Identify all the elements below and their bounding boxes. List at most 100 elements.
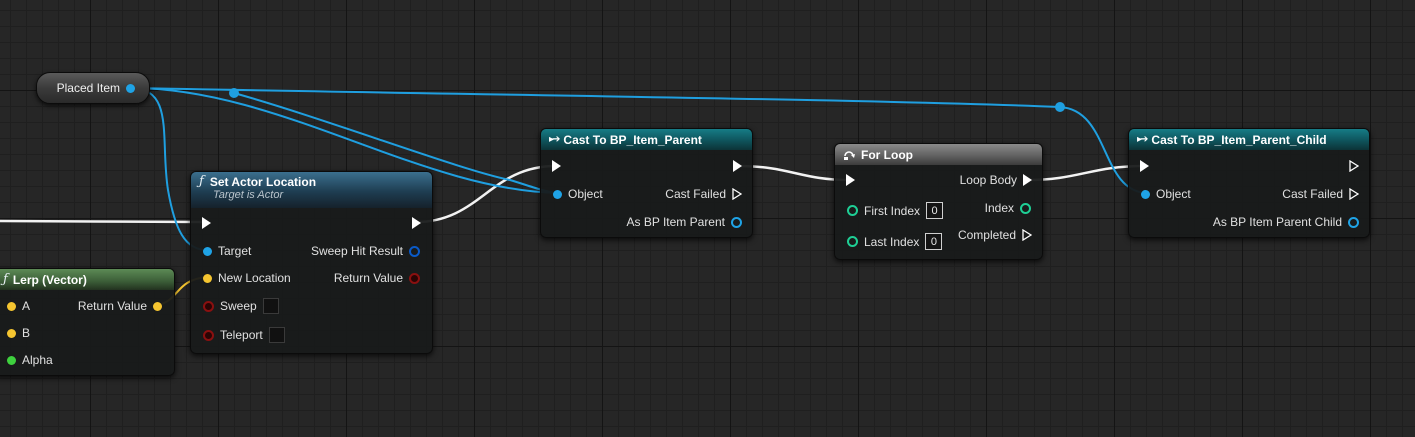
sweep-hit-result-pin[interactable]: Sweep Hit Result bbox=[311, 244, 420, 258]
return-value-pin[interactable]: Return Value bbox=[334, 271, 420, 285]
exec-arrow-icon bbox=[552, 160, 561, 172]
new-location-pin[interactable]: New Location bbox=[203, 271, 291, 285]
node-header: ▸➔ Cast To BP_Item_Parent bbox=[541, 129, 752, 150]
index-pin[interactable]: Index bbox=[985, 201, 1031, 215]
lerp-vector-node[interactable]: ƒ Lerp (Vector) A B Alpha Return Value bbox=[0, 268, 175, 376]
node-title: Set Actor Location bbox=[209, 174, 317, 189]
exec-outline-icon bbox=[1349, 188, 1359, 200]
pin-label: Sweep bbox=[220, 299, 257, 313]
exec-output-pin[interactable] bbox=[1349, 160, 1359, 172]
exec-input-pin[interactable] bbox=[1140, 160, 1149, 172]
cast-failed-pin[interactable]: Cast Failed bbox=[1282, 187, 1359, 201]
b-pin[interactable]: B bbox=[7, 326, 30, 340]
exec-outline-icon bbox=[732, 188, 742, 200]
integer-pin-icon bbox=[1020, 202, 1031, 214]
object-pin[interactable]: Object bbox=[553, 187, 603, 201]
node-header: For Loop bbox=[835, 144, 1042, 165]
node-subtitle: Target is Actor bbox=[213, 189, 284, 201]
sweep-pin[interactable]: Sweep bbox=[203, 298, 279, 314]
last-index-input[interactable]: 0 bbox=[925, 233, 943, 250]
a-pin[interactable]: A bbox=[7, 299, 30, 313]
pin-label: First Index bbox=[864, 203, 921, 218]
object-pin-icon bbox=[203, 246, 212, 256]
pin-label: Teleport bbox=[220, 328, 263, 342]
vector-pin-icon bbox=[7, 301, 16, 311]
reroute-knot-1 bbox=[229, 88, 239, 98]
object-output-pin[interactable] bbox=[126, 83, 135, 93]
object-pin-icon bbox=[1141, 189, 1150, 199]
pin-label: As BP Item Parent Child bbox=[1212, 215, 1342, 229]
function-icon: ƒ bbox=[199, 174, 204, 189]
loop-body-pin[interactable]: Loop Body bbox=[960, 173, 1032, 187]
pin-label: Cast Failed bbox=[665, 187, 726, 201]
exec-output-pin[interactable] bbox=[412, 217, 421, 229]
exec-input-pin[interactable] bbox=[552, 160, 561, 172]
variable-node-placed-item[interactable]: Placed Item bbox=[36, 72, 150, 104]
node-title: Lerp (Vector) bbox=[12, 272, 87, 287]
pin-label: Last Index bbox=[864, 234, 920, 249]
exec-arrow-icon bbox=[1140, 160, 1149, 172]
node-title: Cast To BP_Item_Parent_Child bbox=[1151, 132, 1327, 147]
pin-label: Sweep Hit Result bbox=[310, 244, 403, 258]
target-pin[interactable]: Target bbox=[203, 244, 251, 258]
exec-arrow-icon bbox=[202, 217, 211, 229]
exec-wire-set-to-cast bbox=[415, 164, 557, 224]
vector-pin-icon bbox=[203, 273, 212, 283]
pin-label: B bbox=[22, 326, 31, 340]
vector-pin-icon bbox=[7, 328, 16, 338]
vector-pin-icon bbox=[153, 301, 162, 311]
pin-label: New Location bbox=[218, 271, 291, 285]
pin-label: A bbox=[22, 299, 31, 313]
loop-icon bbox=[844, 150, 855, 160]
node-header: ▸➔ Cast To BP_Item_Parent_Child bbox=[1129, 129, 1369, 150]
completed-pin[interactable]: Completed bbox=[958, 228, 1032, 242]
bool-pin-icon bbox=[203, 329, 214, 341]
integer-pin-icon bbox=[847, 236, 858, 247]
node-title: For Loop bbox=[861, 147, 913, 162]
exec-outline-icon bbox=[1022, 229, 1032, 241]
pin-label: Alpha bbox=[22, 353, 53, 367]
node-header: ƒ Set Actor Location Target is Actor bbox=[191, 172, 432, 208]
variable-label: Placed Item bbox=[56, 81, 120, 95]
pin-label: Return Value bbox=[77, 299, 147, 313]
cast-to-bp-item-parent-node[interactable]: ▸➔ Cast To BP_Item_Parent Object Cast Fa… bbox=[540, 128, 753, 238]
return-value-pin[interactable]: Return Value bbox=[78, 299, 162, 313]
exec-input-pin[interactable] bbox=[202, 217, 211, 229]
bool-pin-icon bbox=[203, 300, 214, 312]
pin-label: Cast Failed bbox=[1282, 187, 1343, 201]
object-pin[interactable]: Object bbox=[1141, 187, 1191, 201]
teleport-checkbox[interactable] bbox=[268, 327, 285, 343]
float-pin-icon bbox=[7, 355, 16, 365]
pin-label: Object bbox=[568, 187, 603, 201]
pin-label: Loop Body bbox=[959, 173, 1017, 187]
cast-to-bp-item-parent-child-node[interactable]: ▸➔ Cast To BP_Item_Parent_Child Object C… bbox=[1128, 128, 1370, 238]
sweep-checkbox[interactable] bbox=[262, 298, 279, 314]
reroute-knot-2 bbox=[1055, 102, 1065, 112]
pin-label: Target bbox=[218, 244, 252, 258]
exec-input-pin[interactable] bbox=[846, 174, 855, 186]
as-bp-item-parent-pin[interactable]: As BP Item Parent bbox=[626, 215, 742, 229]
for-loop-node[interactable]: For Loop First Index 0 Last Index 0 Loop… bbox=[834, 143, 1043, 260]
pin-label: Object bbox=[1156, 187, 1191, 201]
exec-wire-in bbox=[0, 219, 206, 224]
exec-output-pin[interactable] bbox=[733, 160, 742, 172]
first-index-input[interactable]: 0 bbox=[926, 202, 944, 219]
as-bp-item-parent-child-pin[interactable]: As BP Item Parent Child bbox=[1213, 215, 1359, 229]
cast-icon: ▸➔ bbox=[549, 134, 560, 145]
object-pin-icon bbox=[731, 216, 742, 228]
pin-label: As BP Item Parent bbox=[626, 215, 726, 229]
last-index-pin[interactable]: Last Index 0 bbox=[847, 233, 943, 250]
exec-arrow-icon bbox=[846, 174, 855, 186]
node-title: Cast To BP_Item_Parent bbox=[563, 132, 702, 147]
first-index-pin[interactable]: First Index 0 bbox=[847, 202, 944, 219]
pin-label: Index bbox=[984, 201, 1014, 215]
teleport-pin[interactable]: Teleport bbox=[203, 327, 285, 343]
exec-outline-icon bbox=[1349, 160, 1359, 172]
alpha-pin[interactable]: Alpha bbox=[7, 353, 53, 367]
cast-icon: ▸➔ bbox=[1137, 134, 1148, 145]
cast-failed-pin[interactable]: Cast Failed bbox=[665, 187, 742, 201]
bool-pin-icon bbox=[409, 272, 420, 284]
object-pin-icon bbox=[553, 189, 562, 199]
set-actor-location-node[interactable]: ƒ Set Actor Location Target is Actor Targ… bbox=[190, 171, 433, 354]
struct-pin-icon bbox=[409, 245, 420, 257]
